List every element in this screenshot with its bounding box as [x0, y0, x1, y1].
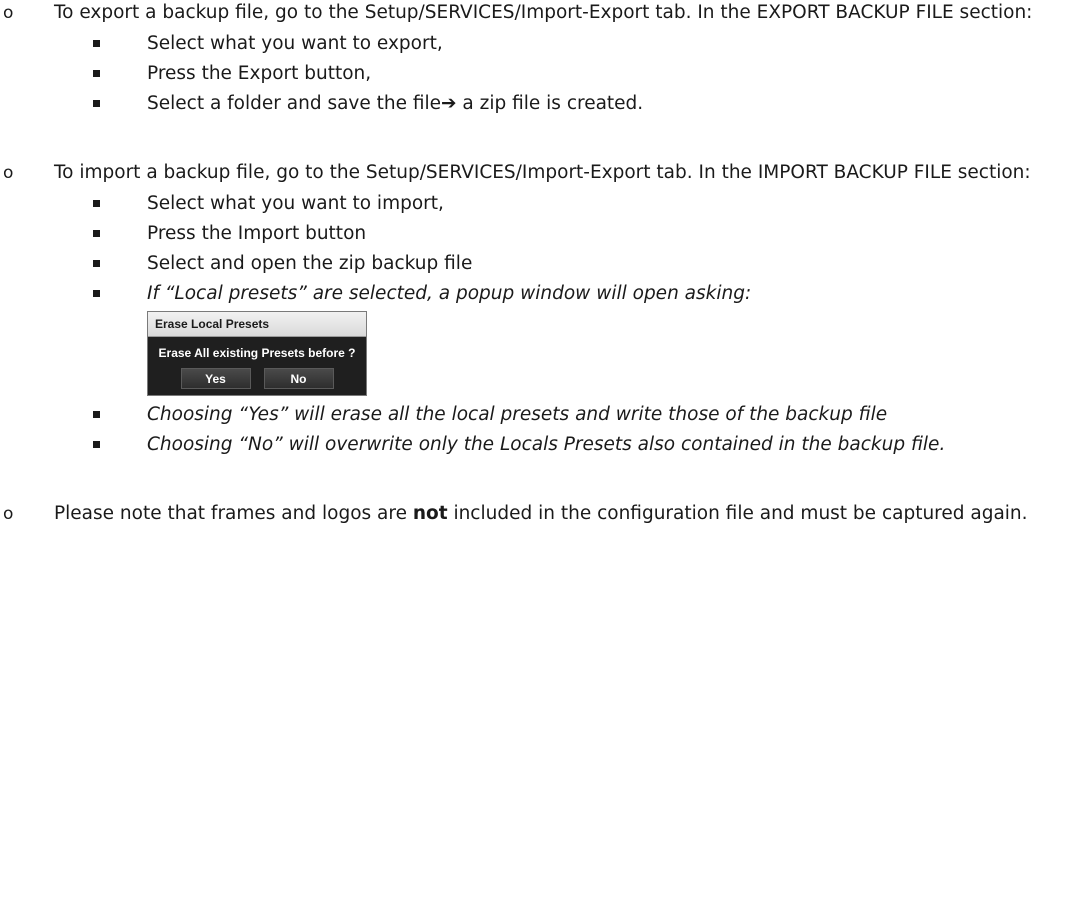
- square-bullet-icon: [93, 40, 100, 47]
- list-item: Choosing “Yes” will erase all the local …: [54, 400, 1074, 430]
- square-bullet-icon: [93, 290, 100, 297]
- import-choices-list: Choosing “Yes” will erase all the local …: [54, 400, 1074, 460]
- erase-presets-dialog: Erase Local Presets Erase All existing P…: [147, 311, 367, 396]
- export-intro-text: To export a backup file, go to the Setup…: [54, 2, 1033, 23]
- no-button[interactable]: No: [263, 368, 334, 389]
- list-item: Select what you want to import,: [54, 189, 1074, 219]
- circle-bullet-icon: o: [3, 3, 14, 23]
- list-item: Press the Import button: [54, 219, 1074, 249]
- note-emphasis: not: [412, 503, 448, 524]
- import-steps-list: Select what you want to import, Press th…: [54, 189, 1074, 309]
- dialog-button-row: Yes No: [148, 368, 366, 389]
- circle-bullet-icon: o: [3, 163, 14, 183]
- import-instructions: o To import a backup file, go to the Set…: [0, 158, 1058, 188]
- square-bullet-icon: [93, 200, 100, 207]
- square-bullet-icon: [93, 411, 100, 418]
- square-bullet-icon: [93, 70, 100, 77]
- note-paragraph: o Please note that frames and logos are …: [0, 499, 1058, 529]
- list-item: Select and open the zip backup file: [54, 249, 1074, 279]
- export-steps-list: Select what you want to export, Press th…: [54, 29, 1074, 119]
- square-bullet-icon: [93, 230, 100, 237]
- list-item: Select what you want to export,: [54, 29, 1074, 59]
- export-instructions: o To export a backup file, go to the Set…: [0, 0, 1058, 28]
- square-bullet-icon: [93, 260, 100, 267]
- note-text-after: included in the configuration file and m…: [447, 503, 1028, 524]
- dialog-title: Erase Local Presets: [148, 312, 366, 337]
- square-bullet-icon: [93, 441, 100, 448]
- list-item: If “Local presets” are selected, a popup…: [54, 279, 1074, 309]
- square-bullet-icon: [93, 100, 100, 107]
- list-item: Choosing “No” will overwrite only the Lo…: [54, 430, 1074, 460]
- import-intro-text: To import a backup file, go to the Setup…: [54, 162, 1031, 183]
- document-page: o To export a backup file, go to the Set…: [0, 0, 1074, 909]
- circle-bullet-icon: o: [3, 504, 14, 524]
- yes-button[interactable]: Yes: [180, 368, 251, 389]
- note-text-before: Please note that frames and logos are: [54, 503, 413, 524]
- list-item: Select a folder and save the file➔ a zip…: [54, 89, 1074, 119]
- dialog-message: Erase All existing Presets before ?: [158, 346, 356, 360]
- list-item: Press the Export button,: [54, 59, 1074, 89]
